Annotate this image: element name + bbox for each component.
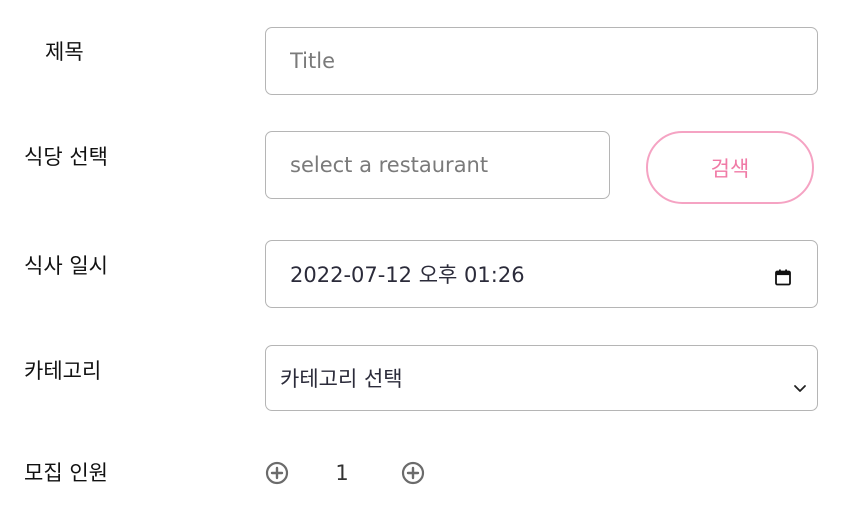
datetime-label: 식사 일시 (24, 254, 108, 278)
search-button[interactable]: 검색 (646, 131, 814, 204)
restaurant-label: 식당 선택 (24, 145, 108, 169)
plus-circle-icon[interactable] (401, 461, 425, 485)
recruit-count: 1 (335, 461, 349, 485)
title-input[interactable] (290, 49, 817, 73)
restaurant-field[interactable] (265, 131, 610, 199)
category-selected-value: 카테고리 선택 (280, 367, 403, 391)
recruit-label: 모집 인원 (24, 461, 108, 485)
title-label: 제목 (45, 40, 84, 64)
restaurant-input[interactable] (290, 153, 609, 177)
chevron-down-icon (793, 374, 807, 398)
minus-circle-icon[interactable] (265, 461, 289, 485)
datetime-field[interactable]: 2022-07-12 오후 01:26 (265, 240, 818, 308)
title-field[interactable] (265, 27, 818, 95)
category-label: 카테고리 (24, 359, 102, 383)
calendar-icon[interactable] (775, 267, 791, 291)
datetime-value: 2022-07-12 오후 01:26 (290, 263, 525, 287)
category-select[interactable]: 카테고리 선택 (265, 345, 818, 411)
